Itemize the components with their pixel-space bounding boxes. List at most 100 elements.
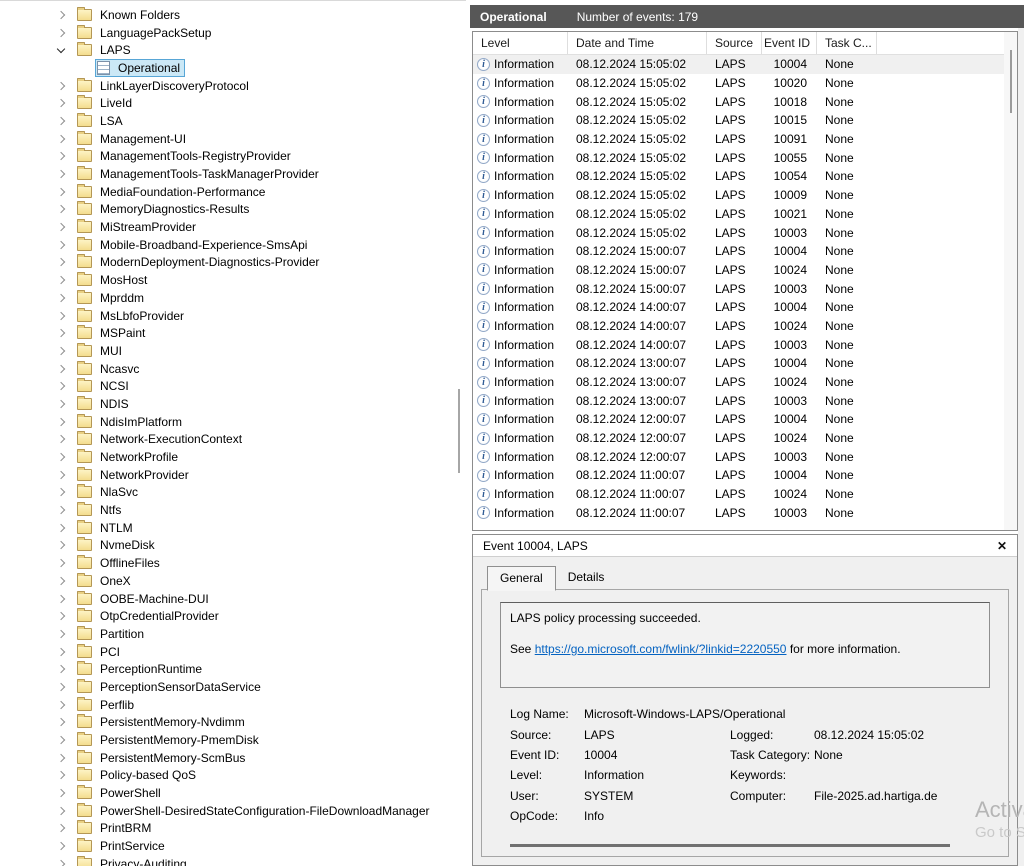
- tree-item-perflib[interactable]: Perflib: [0, 696, 452, 714]
- chevron-right-icon[interactable]: [57, 612, 65, 620]
- event-row[interactable]: iInformation08.12.2024 15:05:02LAPS10018…: [473, 92, 1017, 111]
- event-row[interactable]: iInformation08.12.2024 13:00:07LAPS10004…: [473, 354, 1017, 373]
- column-header-level[interactable]: Level: [473, 32, 568, 54]
- event-row[interactable]: iInformation08.12.2024 11:00:07LAPS10004…: [473, 466, 1017, 485]
- event-row[interactable]: iInformation08.12.2024 15:05:02LAPS10054…: [473, 167, 1017, 186]
- tree-item-partition[interactable]: Partition: [0, 625, 452, 643]
- tree-item-ndisimplatform[interactable]: NdisImPlatform: [0, 413, 452, 431]
- tree-item-ntfs[interactable]: Ntfs: [0, 501, 452, 519]
- tree-item-privacy-auditing[interactable]: Privacy-Auditing: [0, 855, 452, 866]
- tree-node[interactable]: Known Folders: [75, 6, 185, 24]
- events-scrollbar-track[interactable]: [1004, 32, 1017, 530]
- tree-item-onex[interactable]: OneX: [0, 572, 452, 590]
- tree-scrollbar[interactable]: [458, 389, 460, 473]
- chevron-right-icon[interactable]: [57, 170, 65, 178]
- more-info-link[interactable]: https://go.microsoft.com/fwlink/?linkid=…: [535, 642, 787, 656]
- tree-node[interactable]: PersistentMemory-Nvdimm: [75, 713, 250, 731]
- chevron-right-icon[interactable]: [57, 417, 65, 425]
- chevron-right-icon[interactable]: [57, 276, 65, 284]
- tree-item-powershell[interactable]: PowerShell: [0, 784, 452, 802]
- tree-node[interactable]: MUI: [75, 342, 127, 360]
- tree-item-mobile-broadband-experience-smsapi[interactable]: Mobile-Broadband-Experience-SmsApi: [0, 236, 452, 254]
- tree-item-ncsi[interactable]: NCSI: [0, 377, 452, 395]
- chevron-right-icon[interactable]: [57, 258, 65, 266]
- tree-node[interactable]: LinkLayerDiscoveryProtocol: [75, 77, 254, 95]
- tree-item-languagepacksetup[interactable]: LanguagePackSetup: [0, 24, 452, 42]
- tree-node[interactable]: OfflineFiles: [75, 554, 165, 572]
- tree-node[interactable]: MSPaint: [75, 324, 150, 342]
- tree-node[interactable]: MemoryDiagnostics-Results: [75, 200, 254, 218]
- tree-node[interactable]: PowerShell-DesiredStateConfiguration-Fil…: [75, 802, 435, 820]
- tree-item-ncasvc[interactable]: Ncasvc: [0, 360, 452, 378]
- chevron-right-icon[interactable]: [57, 577, 65, 585]
- chevron-right-icon[interactable]: [57, 470, 65, 478]
- tab-details[interactable]: Details: [556, 566, 617, 590]
- column-header-source[interactable]: Source: [707, 32, 762, 54]
- chevron-right-icon[interactable]: [57, 223, 65, 231]
- event-row[interactable]: iInformation08.12.2024 11:00:07LAPS10024…: [473, 485, 1017, 504]
- chevron-right-icon[interactable]: [57, 824, 65, 832]
- tree-node[interactable]: MiStreamProvider: [75, 218, 201, 236]
- tree-node[interactable]: Perflib: [75, 696, 139, 714]
- tree-item-ntlm[interactable]: NTLM: [0, 519, 452, 537]
- tree-node[interactable]: MediaFoundation-Performance: [75, 183, 270, 201]
- chevron-right-icon[interactable]: [57, 700, 65, 708]
- tree-node[interactable]: NlaSvc: [75, 483, 143, 501]
- event-row[interactable]: iInformation08.12.2024 12:00:07LAPS10024…: [473, 429, 1017, 448]
- tree-node[interactable]: LanguagePackSetup: [75, 24, 216, 42]
- chevron-right-icon[interactable]: [57, 347, 65, 355]
- event-row[interactable]: iInformation08.12.2024 15:00:07LAPS10003…: [473, 279, 1017, 298]
- tree-item-moderndeployment-diagnostics-provider[interactable]: ModernDeployment-Diagnostics-Provider: [0, 254, 452, 272]
- tree-node[interactable]: OneX: [75, 572, 136, 590]
- tree-node[interactable]: ManagementTools-TaskManagerProvider: [75, 165, 324, 183]
- chevron-right-icon[interactable]: [57, 117, 65, 125]
- tree-node[interactable]: NdisImPlatform: [75, 413, 187, 431]
- tree-node[interactable]: PerceptionSensorDataService: [75, 678, 266, 696]
- tree-node[interactable]: NetworkProfile: [75, 448, 183, 466]
- chevron-right-icon[interactable]: [57, 665, 65, 673]
- tree-item-networkprofile[interactable]: NetworkProfile: [0, 448, 452, 466]
- column-header-date[interactable]: Date and Time: [568, 32, 707, 54]
- tree-node[interactable]: PrintBRM: [75, 819, 156, 837]
- column-header-task[interactable]: Task C...: [817, 32, 877, 54]
- tree-node[interactable]: Operational: [95, 59, 185, 77]
- tree-item-persistentmemory-scmbus[interactable]: PersistentMemory-ScmBus: [0, 749, 452, 767]
- chevron-right-icon[interactable]: [57, 506, 65, 514]
- tree-node[interactable]: PowerShell: [75, 784, 166, 802]
- tree-item-networkprovider[interactable]: NetworkProvider: [0, 466, 452, 484]
- tree-item-mistreamprovider[interactable]: MiStreamProvider: [0, 218, 452, 236]
- event-row[interactable]: iInformation08.12.2024 15:00:07LAPS10004…: [473, 242, 1017, 261]
- chevron-right-icon[interactable]: [57, 28, 65, 36]
- event-row[interactable]: iInformation08.12.2024 11:00:07LAPS10003…: [473, 504, 1017, 523]
- event-row[interactable]: iInformation08.12.2024 15:05:02LAPS10020…: [473, 74, 1017, 93]
- tree-node[interactable]: PrintService: [75, 837, 170, 855]
- tree-item-managementtools-registryprovider[interactable]: ManagementTools-RegistryProvider: [0, 148, 452, 166]
- tree-node[interactable]: NCSI: [75, 377, 134, 395]
- tree-node[interactable]: ManagementTools-RegistryProvider: [75, 147, 296, 165]
- tree-node[interactable]: NTLM: [75, 519, 138, 537]
- chevron-right-icon[interactable]: [57, 753, 65, 761]
- chevron-right-icon[interactable]: [57, 99, 65, 107]
- tree-node[interactable]: Network-ExecutionContext: [75, 430, 247, 448]
- tree-item-liveid[interactable]: LiveId: [0, 94, 452, 112]
- event-row[interactable]: iInformation08.12.2024 15:05:02LAPS10015…: [473, 111, 1017, 130]
- tree-node[interactable]: Mobile-Broadband-Experience-SmsApi: [75, 236, 312, 254]
- tree-node[interactable]: Ncasvc: [75, 360, 144, 378]
- tree-item-otpcredentialprovider[interactable]: OtpCredentialProvider: [0, 607, 452, 625]
- event-row[interactable]: iInformation08.12.2024 15:05:02LAPS10004…: [473, 55, 1017, 74]
- chevron-down-icon[interactable]: [57, 44, 65, 52]
- tree-item-moshost[interactable]: MosHost: [0, 271, 452, 289]
- close-icon[interactable]: ✕: [997, 539, 1007, 553]
- column-header-id[interactable]: Event ID: [762, 32, 817, 54]
- event-row[interactable]: iInformation08.12.2024 15:05:02LAPS10055…: [473, 148, 1017, 167]
- tree-item-operational[interactable]: Operational: [0, 59, 452, 77]
- tree-item-laps[interactable]: LAPS: [0, 41, 452, 59]
- chevron-right-icon[interactable]: [57, 187, 65, 195]
- chevron-right-icon[interactable]: [57, 400, 65, 408]
- chevron-right-icon[interactable]: [57, 559, 65, 567]
- tree-item-nvmedisk[interactable]: NvmeDisk: [0, 537, 452, 555]
- tree-node[interactable]: PersistentMemory-ScmBus: [75, 749, 250, 767]
- tree-item-powershell-desiredstateconfiguration-filedownloadmanager[interactable]: PowerShell-DesiredStateConfiguration-Fil…: [0, 802, 452, 820]
- tree-node[interactable]: Partition: [75, 625, 149, 643]
- event-row[interactable]: iInformation08.12.2024 12:00:07LAPS10004…: [473, 410, 1017, 429]
